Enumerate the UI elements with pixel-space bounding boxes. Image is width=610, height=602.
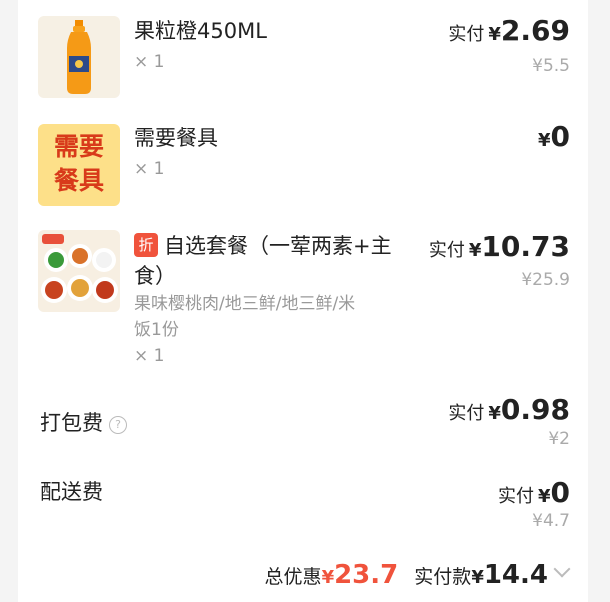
discount-tag: 折 <box>134 233 158 257</box>
total-currency: ¥ <box>471 567 484 588</box>
currency-symbol: ¥ <box>468 240 482 261</box>
delivery-fee-label: 配送费 <box>40 480 103 504</box>
product-image-tableware[interactable]: 需要 餐具 <box>38 124 120 206</box>
item-spec-line2: 饭1份 <box>134 320 179 340</box>
paid-label: 实付 <box>428 240 465 261</box>
item-quantity: × 1 <box>134 346 165 366</box>
item-name: 果粒橙450ML <box>134 19 267 43</box>
order-summary[interactable]: 总优惠¥23.7 实付款¥14.4 <box>264 560 571 590</box>
paid-label: 实付 <box>448 403 485 424</box>
item-paid-price: 实付 ¥2.69 <box>448 14 570 47</box>
delivery-fee-original: ¥4.7 <box>532 511 570 531</box>
tableware-image-line2: 餐具 <box>53 166 104 195</box>
packaging-fee-original: ¥2 <box>548 429 570 449</box>
chevron-down-icon[interactable] <box>553 560 571 578</box>
item-original-price: ¥5.5 <box>532 56 570 76</box>
paid-amount: 0 <box>550 476 570 509</box>
item-paid-price: 实付 ¥10.73 <box>429 230 570 263</box>
delivery-fee-paid: 实付 ¥0 <box>498 476 570 509</box>
item-quantity: × 1 <box>134 52 165 72</box>
total-paid-label: 实付款 <box>414 566 472 588</box>
product-image-orange-juice[interactable] <box>38 16 120 98</box>
item-name: 需要餐具 <box>134 126 218 150</box>
item-name-line1: 自选套餐（一荤两素+主 <box>164 234 392 258</box>
order-detail-card: 果粒橙450ML × 1 实付 ¥2.69 ¥5.5 需要 餐具 需要餐具 × 1… <box>18 0 588 602</box>
packaging-fee-paid: 实付 ¥0.98 <box>448 393 570 426</box>
total-discount-value: 23.7 <box>334 560 399 590</box>
currency-symbol: ¥ <box>537 130 551 151</box>
fee-label-text: 打包费 <box>40 411 103 435</box>
currency-symbol: ¥ <box>537 486 551 507</box>
paid-amount: 10.73 <box>481 230 570 263</box>
product-image-combo-meal[interactable] <box>38 230 120 312</box>
combo-meal-dishes-icon <box>41 234 118 303</box>
currency-symbol: ¥ <box>488 24 501 45</box>
paid-label: 实付 <box>448 24 485 45</box>
question-circle-icon[interactable]: ? <box>109 416 127 434</box>
orange-juice-bottle-icon <box>67 20 91 94</box>
item-original-price: ¥25.9 <box>521 270 570 290</box>
item-paid-price: ¥0 <box>534 120 570 153</box>
currency-symbol: ¥ <box>488 403 501 424</box>
paid-label: 实付 <box>497 486 534 507</box>
item-spec-line1: 果味樱桃肉/地三鲜/地三鲜/米 <box>134 294 356 314</box>
packaging-fee-label: 打包费? <box>40 407 127 437</box>
item-name: 折自选套餐（一荤两素+主 <box>134 231 392 261</box>
tableware-image-line1: 需要 <box>53 132 104 161</box>
discount-currency: ¥ <box>321 567 335 588</box>
total-paid-value: 14.4 <box>483 560 548 590</box>
paid-amount: 0.98 <box>500 393 570 426</box>
paid-amount: 2.69 <box>500 14 570 47</box>
paid-amount: 0 <box>550 120 570 153</box>
item-name-line2: 食） <box>134 264 176 288</box>
item-quantity: × 1 <box>134 159 165 179</box>
total-discount-label: 总优惠 <box>264 566 322 588</box>
